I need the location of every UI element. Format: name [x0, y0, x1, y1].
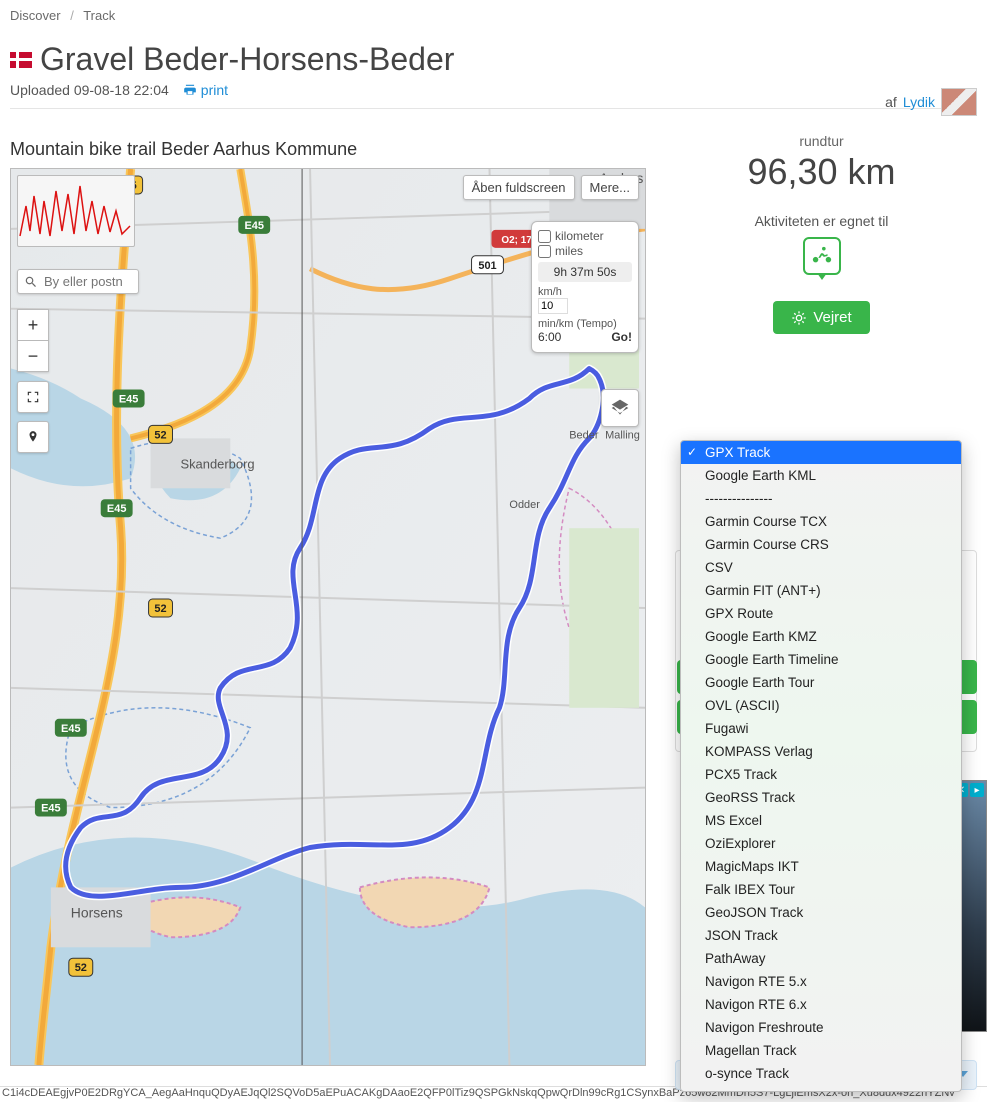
export-option[interactable]: CSV — [681, 556, 961, 579]
export-option[interactable]: GeoJSON Track — [681, 901, 961, 924]
pace-calculator-panel: kilometer miles 9h 37m 50s km/h min/km (… — [531, 221, 639, 353]
unit-km-option[interactable]: kilometer — [538, 229, 632, 243]
print-link[interactable]: print — [183, 82, 228, 98]
page-title: Gravel Beder-Horsens-Beder — [10, 41, 977, 78]
estimated-time: 9h 37m 50s — [538, 262, 632, 282]
export-option[interactable]: Falk IBEX Tour — [681, 878, 961, 901]
export-option[interactable]: o-synce Track — [681, 1062, 961, 1085]
zoom-in-button[interactable]: + — [17, 309, 49, 341]
breadcrumb-track[interactable]: Track — [83, 8, 115, 23]
svg-text:Odder: Odder — [509, 499, 540, 511]
export-option[interactable]: Fugawi — [681, 717, 961, 740]
export-option[interactable]: JSON Track — [681, 924, 961, 947]
breadcrumb-discover[interactable]: Discover — [10, 8, 61, 23]
export-option[interactable]: Navigon RTE 5.x — [681, 970, 961, 993]
export-format-dropdown[interactable]: GPX TrackGoogle Earth KML---------------… — [680, 440, 962, 1092]
svg-text:Malling: Malling — [605, 429, 640, 441]
export-option[interactable]: GPX Route — [681, 602, 961, 625]
uploaded-timestamp: Uploaded 09-08-18 22:04 — [10, 82, 169, 98]
layers-icon — [610, 398, 630, 418]
svg-text:52: 52 — [75, 962, 87, 974]
svg-text:501: 501 — [478, 260, 496, 272]
svg-text:E45: E45 — [244, 220, 264, 232]
svg-text:E45: E45 — [61, 723, 81, 735]
breadcrumb: Discover / Track — [10, 8, 977, 23]
fullscreen-button[interactable]: Åben fuldscreen — [463, 175, 575, 200]
pace-value: 6:00 — [538, 330, 561, 344]
export-option[interactable]: GPX Track — [681, 441, 961, 464]
export-option[interactable]: --------------- — [681, 487, 961, 510]
svg-text:Beder: Beder — [569, 429, 599, 441]
svg-text:52: 52 — [154, 603, 166, 615]
author-avatar[interactable] — [941, 88, 977, 116]
expand-button[interactable] — [17, 381, 49, 413]
track-title-text: Gravel Beder-Horsens-Beder — [40, 41, 454, 78]
export-option[interactable]: KOMPASS Verlag — [681, 740, 961, 763]
svg-text:52: 52 — [154, 429, 166, 441]
export-option[interactable]: Garmin Course CRS — [681, 533, 961, 556]
pace-unit-label: min/km (Tempo) — [538, 318, 632, 330]
trail-description: Mountain bike trail Beder Aarhus Kommune — [10, 139, 646, 160]
locate-button[interactable] — [17, 421, 49, 453]
export-option[interactable]: OziExplorer — [681, 832, 961, 855]
export-option[interactable]: Navigon Freshroute — [681, 1016, 961, 1039]
map-search-input[interactable] — [42, 273, 132, 290]
roundtrip-label: rundtur — [666, 133, 977, 149]
more-button[interactable]: Mere... — [581, 175, 639, 200]
go-button[interactable]: Go! — [611, 330, 632, 344]
search-icon — [24, 275, 38, 289]
activity-suitable-label: Aktiviteten er egnet til — [666, 213, 977, 229]
export-option[interactable]: Magellan Track — [681, 1039, 961, 1062]
distance-value: 96,30 km — [666, 151, 977, 193]
denmark-flag-icon — [10, 52, 32, 68]
export-option[interactable]: CompeGPS Track — [681, 1085, 961, 1092]
export-option[interactable]: PCX5 Track — [681, 763, 961, 786]
layers-button[interactable] — [601, 389, 639, 427]
zoom-out-button[interactable]: − — [17, 341, 49, 372]
mountain-bike-icon — [803, 237, 841, 275]
export-option[interactable]: PathAway — [681, 947, 961, 970]
print-icon — [183, 83, 197, 97]
svg-text:E45: E45 — [119, 393, 139, 405]
sun-icon — [791, 310, 807, 326]
pin-icon — [26, 430, 40, 444]
svg-text:Horsens: Horsens — [71, 904, 123, 920]
map-search[interactable] — [17, 269, 139, 294]
unit-miles-option[interactable]: miles — [538, 244, 632, 258]
svg-text:E45: E45 — [41, 803, 61, 815]
expand-icon — [26, 390, 40, 404]
author-link[interactable]: Lydik — [903, 94, 935, 110]
export-option[interactable]: MS Excel — [681, 809, 961, 832]
elevation-thumbnail[interactable] — [17, 175, 135, 247]
map[interactable]: E45 E45 E45 E45 E45 15 15 52 52 52 — [10, 168, 646, 1066]
speed-input[interactable] — [538, 298, 568, 314]
export-option[interactable]: Garmin FIT (ANT+) — [681, 579, 961, 602]
export-option[interactable]: MagicMaps IKT — [681, 855, 961, 878]
svg-text:E45: E45 — [107, 503, 127, 515]
export-option[interactable]: Google Earth KML — [681, 464, 961, 487]
ad-info-icon[interactable]: ▸ — [970, 783, 984, 797]
export-option[interactable]: GeoRSS Track — [681, 786, 961, 809]
author-line: af Lydik — [885, 88, 977, 116]
weather-button[interactable]: Vejret — [773, 301, 869, 334]
speed-unit-label: km/h — [538, 286, 632, 298]
export-option[interactable]: Navigon RTE 6.x — [681, 993, 961, 1016]
export-option[interactable]: Google Earth KMZ — [681, 625, 961, 648]
export-option[interactable]: Garmin Course TCX — [681, 510, 961, 533]
export-option[interactable]: Google Earth Tour — [681, 671, 961, 694]
export-option[interactable]: Google Earth Timeline — [681, 648, 961, 671]
export-option[interactable]: OVL (ASCII) — [681, 694, 961, 717]
svg-text:Skanderborg: Skanderborg — [180, 456, 254, 471]
